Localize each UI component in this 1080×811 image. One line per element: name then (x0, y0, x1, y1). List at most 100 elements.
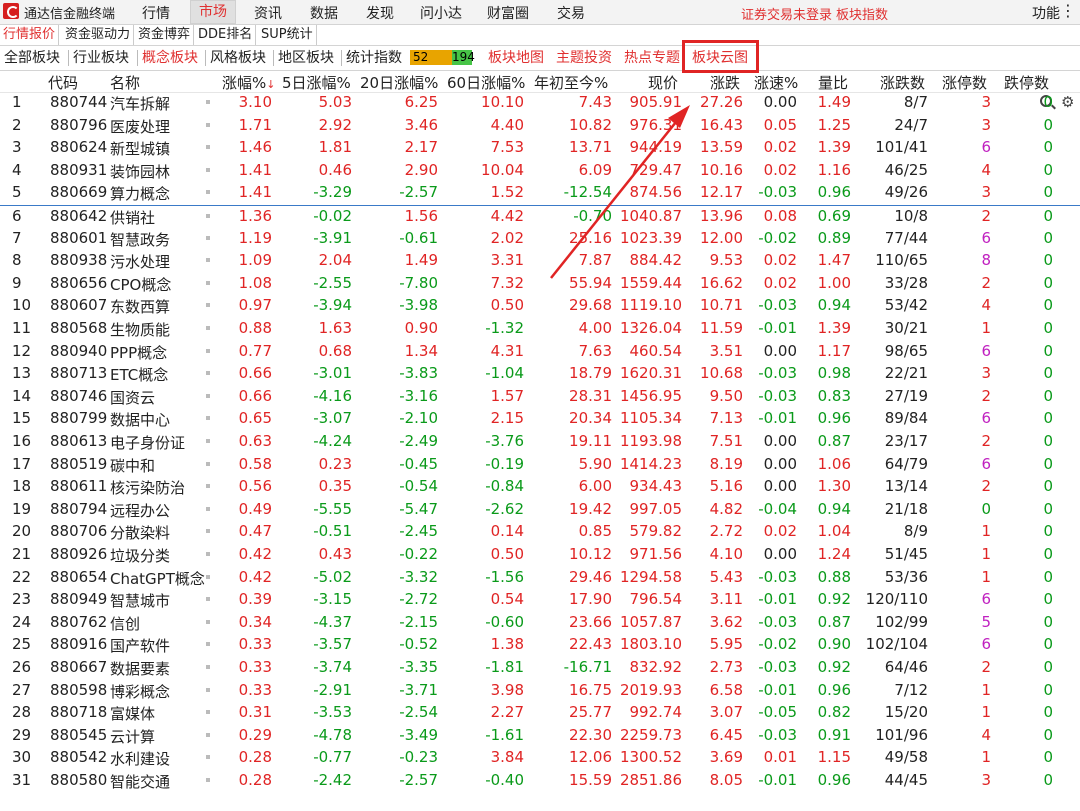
login-status[interactable]: 证券交易未登录 (741, 4, 832, 23)
table-row[interactable]: 27 880598 博彩概念 0.33 -2.91 -3.71 3.98 16.75 2019.… (0, 680, 1080, 703)
change-20d: -3.83 (399, 364, 438, 383)
table-row[interactable]: 6 880642 供销社 1.36 -0.02 1.56 4.42 -0.70 1040.87 1… (0, 205, 1080, 229)
tab-board-map[interactable]: 板块地图 (486, 48, 546, 68)
col-limit-up[interactable]: 涨停数 (942, 72, 987, 93)
tab-capital-game[interactable]: 资金博弈 (135, 25, 195, 45)
tab-industry-boards[interactable]: 行业板块 (71, 48, 131, 68)
up-down-count: 102/99 (875, 612, 928, 631)
table-row[interactable]: 4 880931 装饰园林 1.41 0.46 2.90 10.04 6.09 729.47 10… (0, 160, 1080, 183)
table-row[interactable]: 7 880601 智慧政务 1.19 -3.91 -0.61 2.02 25.16 1023.3… (0, 228, 1080, 251)
limit-down-count: 0 (1043, 364, 1053, 383)
tab-sup-stats[interactable]: SUP统计 (258, 25, 317, 45)
change-5d: -4.37 (313, 612, 352, 631)
change-60d: 3.98 (490, 680, 524, 699)
tab-capital-drive[interactable]: 资金驱动力 (62, 25, 135, 45)
row-index: 20 (12, 522, 32, 541)
menu-market[interactable]: 市场 (190, 0, 236, 24)
table-row[interactable]: 13 880713 ETC概念 0.66 -3.01 -3.83 -1.04 18.79 162… (0, 363, 1080, 386)
board-name: 数据要素 (110, 660, 171, 678)
col-change-pct[interactable]: 涨幅%↓ (222, 72, 275, 93)
up-count-bar: 52 (410, 50, 452, 65)
speed: 0.01 (763, 748, 797, 767)
table-row[interactable]: 10 880607 东数西算 0.97 -3.94 -3.98 0.50 29.68 1119.… (0, 295, 1080, 318)
table-row[interactable]: 20 880706 分散染料 0.47 -0.51 -2.45 0.14 0.85 579.82… (0, 521, 1080, 544)
menu-data[interactable]: 数据 (310, 3, 338, 23)
row-marker-icon (206, 461, 210, 466)
change-ytd: -16.71 (563, 658, 612, 676)
col-ytd-change[interactable]: 年初至今% (534, 72, 608, 93)
table-row[interactable]: 12 880940 PPP概念 0.77 0.68 1.34 4.31 7.63 460.54 3… (0, 341, 1080, 364)
tab-region-boards[interactable]: 地区板块 (276, 48, 336, 68)
board-index-link[interactable]: 板块指数 (836, 4, 888, 23)
menu-discover[interactable]: 发现 (366, 3, 394, 23)
board-code: 880949 (50, 590, 108, 609)
limit-down-count: 0 (1043, 341, 1053, 360)
tab-quotes[interactable]: 行情报价 (0, 25, 60, 45)
table-row[interactable]: 29 880545 云计算 0.29 -4.78 -3.49 -1.61 22.30 2259.… (0, 725, 1080, 748)
table-row[interactable]: 17 880519 碳中和 0.58 0.23 -0.45 -0.19 5.90 1414.23… (0, 454, 1080, 477)
col-volume-ratio[interactable]: 量比 (818, 72, 848, 93)
volume-ratio: 0.94 (817, 296, 851, 315)
tab-concept-boards[interactable]: 概念板块 (140, 48, 200, 68)
divider (68, 50, 69, 66)
limit-up-count: 1 (981, 680, 991, 699)
col-code[interactable]: 代码 (48, 72, 78, 93)
col-name[interactable]: 名称 (110, 72, 140, 93)
table-row[interactable]: 14 880746 国资云 0.66 -4.16 -3.16 1.57 28.31 1456.9… (0, 386, 1080, 409)
menu-quotes[interactable]: 行情 (142, 3, 170, 23)
table-row[interactable]: 16 880613 电子身份证 0.63 -4.24 -2.49 -3.76 19.11 119… (0, 431, 1080, 454)
table-row[interactable]: 15 880799 数据中心 0.65 -3.07 -2.10 2.15 20.34 1105.… (0, 408, 1080, 431)
table-row[interactable]: 25 880916 国产软件 0.33 -3.57 -0.52 1.38 22.43 1803.… (0, 634, 1080, 657)
table-row[interactable]: 5 880669 算力概念 1.41 -3.29 -2.57 1.52 -12.54 874.5… (0, 182, 1080, 205)
table-row[interactable]: 18 880611 核污染防治 0.56 0.35 -0.54 -0.84 6.00 934.4… (0, 476, 1080, 499)
table-row[interactable]: 22 880654 ChatGPT概念 0.42 -5.02 -3.32 -1.56 29.4… (0, 567, 1080, 590)
col-limit-down[interactable]: 跌停数 (1004, 72, 1049, 93)
menu-wealth[interactable]: 财富圈 (487, 3, 529, 23)
menu-assistant[interactable]: 问小达 (420, 3, 462, 23)
menu-functions[interactable]: 功能 (1032, 3, 1060, 23)
table-row[interactable]: 31 880580 智能交通 0.28 -2.42 -2.57 -0.40 15.59 2851… (0, 770, 1080, 793)
col-price[interactable]: 现价 (648, 72, 678, 93)
volume-ratio: 1.04 (817, 522, 851, 541)
table-row[interactable]: 23 880949 智慧城市 0.39 -3.15 -2.72 0.54 17.90 796.5… (0, 589, 1080, 612)
change-pct: 1.08 (238, 273, 272, 292)
col-speed[interactable]: 涨速% (754, 72, 798, 93)
table-row[interactable]: 8 880938 污水处理 1.09 2.04 1.49 3.31 7.87 884.42 9.5… (0, 250, 1080, 273)
col-20d-change[interactable]: 20日涨幅% (360, 72, 438, 93)
price: 1057.87 (619, 612, 682, 631)
col-up-down-count[interactable]: 涨跌数 (880, 72, 925, 93)
table-row[interactable]: 24 880762 信创 0.34 -4.37 -2.15 -0.60 23.66 1057.8… (0, 612, 1080, 635)
tab-all-boards[interactable]: 全部板块 (2, 48, 62, 68)
tab-style-boards[interactable]: 风格板块 (208, 48, 268, 68)
table-row[interactable]: 2 880796 医废处理 1.71 2.92 3.46 4.40 10.82 976.31 16… (0, 115, 1080, 138)
table-row[interactable]: 9 880656 CPO概念 1.08 -2.55 -7.80 7.32 55.94 1559.… (0, 273, 1080, 296)
table-row[interactable]: 30 880542 水利建设 0.28 -0.77 -0.23 3.84 12.06 1300.… (0, 747, 1080, 770)
table-row[interactable]: 21 880926 垃圾分类 0.42 0.43 -0.22 0.50 10.12 971.56… (0, 544, 1080, 567)
change-5d: 1.81 (318, 138, 352, 157)
volume-ratio: 0.92 (817, 658, 851, 676)
tab-theme-invest[interactable]: 主题投资 (554, 48, 614, 68)
table-row[interactable]: 1 880744 汽车拆解 3.10 5.03 6.25 10.10 7.43 905.91 27… (0, 92, 1080, 115)
table-row[interactable]: 11 880568 生物质能 0.88 1.63 0.90 -1.32 4.00 1326.04… (0, 318, 1080, 341)
col-60d-change[interactable]: 60日涨幅% (447, 72, 525, 93)
change-5d: 0.46 (318, 160, 352, 179)
change-pct: 0.66 (238, 386, 272, 405)
col-5d-change[interactable]: 5日涨幅% (282, 72, 351, 93)
menu-trade[interactable]: 交易 (557, 3, 585, 23)
change-60d: -1.56 (485, 567, 524, 586)
change-ytd: 18.79 (569, 364, 612, 383)
table-row[interactable]: 19 880794 远程办公 0.49 -5.55 -5.47 -2.62 19.42 997.… (0, 499, 1080, 522)
board-code: 880718 (50, 703, 108, 722)
tab-hot-topics[interactable]: 热点专题 (622, 48, 682, 68)
tab-dde-rank[interactable]: DDE排名 (195, 25, 257, 45)
table-row[interactable]: 3 880624 新型城镇 1.46 1.81 2.17 7.53 13.71 944.19 13… (0, 137, 1080, 160)
table-row[interactable]: 28 880718 富媒体 0.31 -3.53 -2.54 2.27 25.77 992.74… (0, 702, 1080, 725)
table-row[interactable]: 26 880667 数据要素 0.33 -3.74 -3.35 -1.81 -16.71 832… (0, 657, 1080, 680)
row-marker-icon (206, 597, 210, 602)
tab-stat-index[interactable]: 统计指数 (344, 48, 404, 68)
col-change[interactable]: 涨跌 (710, 72, 740, 93)
board-code: 880624 (50, 138, 108, 157)
window-menu-icon[interactable]: ⋮ (1060, 1, 1076, 20)
price: 1456.95 (619, 386, 682, 405)
menu-news[interactable]: 资讯 (254, 3, 282, 23)
